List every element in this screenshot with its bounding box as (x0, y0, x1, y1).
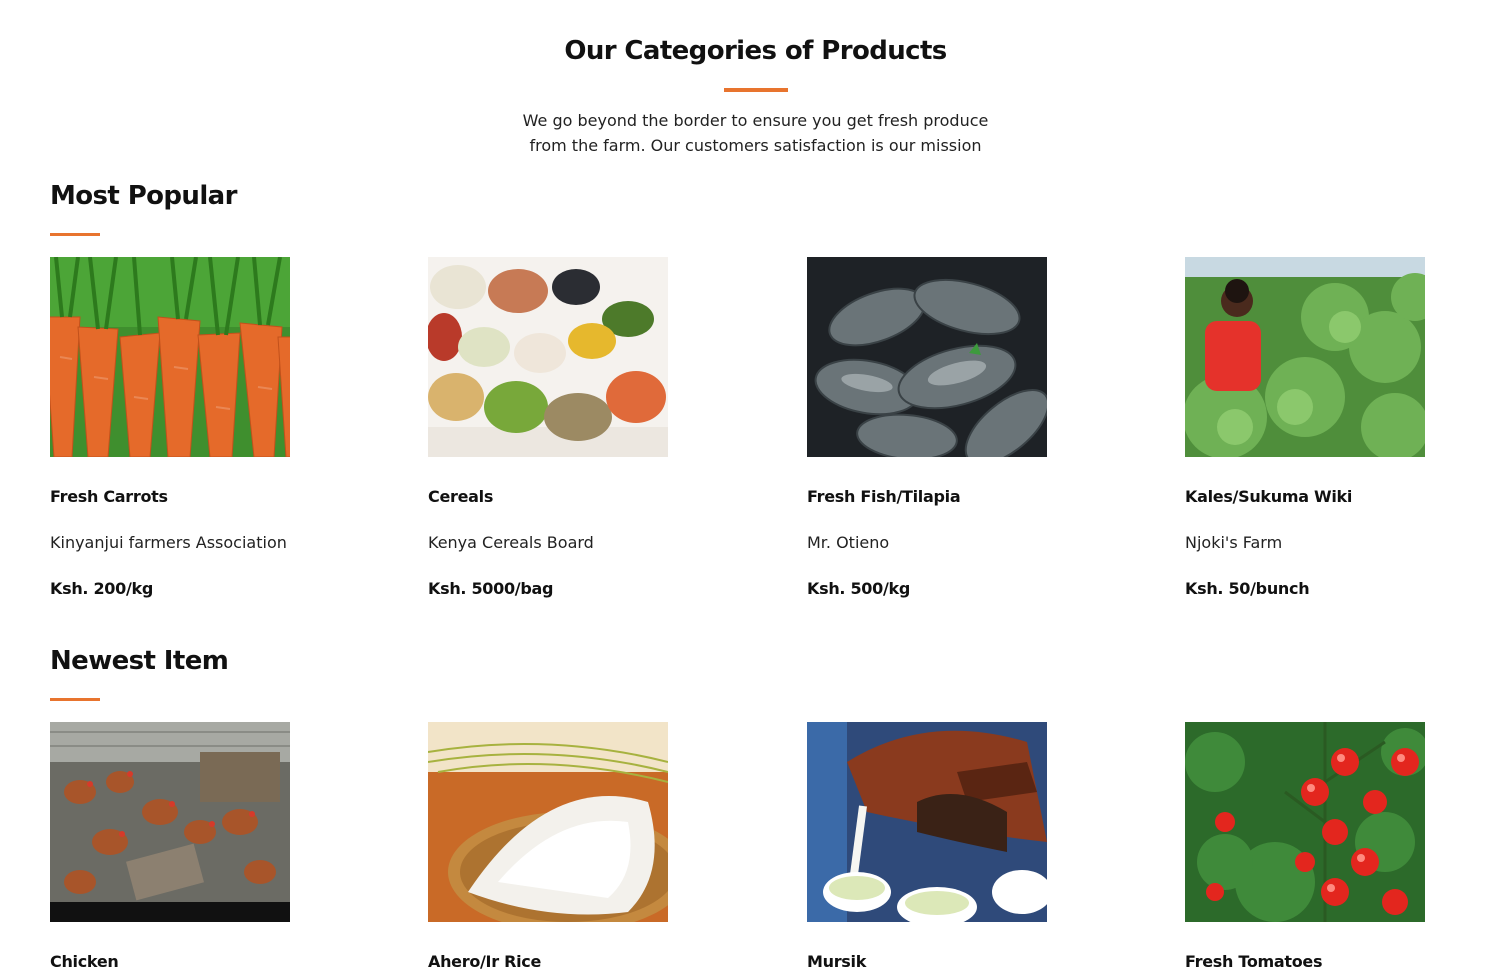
product-price: Ksh. 5000/bag (428, 579, 554, 598)
section-title-most-popular: Most Popular (50, 181, 237, 211)
product-card-mursik[interactable]: Mursik (807, 722, 1047, 971)
carrots-image (50, 257, 290, 457)
product-name[interactable]: Fresh Fish/Tilapia (807, 487, 961, 506)
product-vendor: Kenya Cereals Board (428, 533, 594, 552)
section-underline (50, 698, 100, 701)
rice-photo[interactable] (428, 722, 668, 922)
product-name[interactable]: Kales/Sukuma Wiki (1185, 487, 1352, 506)
product-card-chicken[interactable]: Chicken (50, 722, 290, 971)
carrots-photo[interactable] (50, 257, 290, 457)
product-price: Ksh. 200/kg (50, 579, 153, 598)
mursik-photo[interactable] (807, 722, 1047, 922)
title-underline (723, 88, 788, 92)
product-name[interactable]: Chicken (50, 952, 119, 971)
product-card-tilapia[interactable]: Fresh Fish/Tilapia Mr. Otieno Ksh. 500/k… (807, 257, 1047, 598)
section-title-newest-item: Newest Item (50, 646, 229, 676)
product-card-kales[interactable]: Kales/Sukuma Wiki Njoki's Farm Ksh. 50/b… (1185, 257, 1425, 598)
product-card-cereals[interactable]: Cereals Kenya Cereals Board Ksh. 5000/ba… (428, 257, 668, 598)
product-vendor: Njoki's Farm (1185, 533, 1283, 552)
product-name[interactable]: Fresh Carrots (50, 487, 168, 506)
chicken-image (50, 722, 290, 922)
product-vendor: Mr. Otieno (807, 533, 890, 552)
product-price: Ksh. 500/kg (807, 579, 910, 598)
most-popular-grid: Fresh Carrots Kinyanjui farmers Associat… (50, 257, 1450, 617)
tomatoes-image (1185, 722, 1425, 922)
product-price: Ksh. 50/bunch (1185, 579, 1310, 598)
page-subtitle: We go beyond the border to ensure you ge… (476, 108, 1036, 158)
subtitle-line-2: from the farm. Our customers satisfactio… (529, 136, 982, 155)
tilapia-photo[interactable] (807, 257, 1047, 457)
cereals-image (428, 257, 668, 457)
subtitle-line-1: We go beyond the border to ensure you ge… (522, 111, 989, 130)
newest-item-grid: Chicken Ahero/Ir Rice Mursik Fresh Tomat… (50, 722, 1450, 971)
kales-photo[interactable] (1185, 257, 1425, 457)
mursik-image (807, 722, 1047, 922)
product-name[interactable]: Mursik (807, 952, 866, 971)
tilapia-image (807, 257, 1047, 457)
rice-image (428, 722, 668, 922)
product-vendor: Kinyanjui farmers Association (50, 533, 287, 552)
product-card-tomatoes[interactable]: Fresh Tomatoes (1185, 722, 1425, 971)
tomatoes-photo[interactable] (1185, 722, 1425, 922)
page-title: Our Categories of Products (564, 36, 947, 66)
categories-header: Our Categories of Products We go beyond … (0, 34, 1511, 158)
product-card-carrots[interactable]: Fresh Carrots Kinyanjui farmers Associat… (50, 257, 290, 598)
kales-image (1185, 257, 1425, 457)
section-underline (50, 233, 100, 236)
chicken-photo[interactable] (50, 722, 290, 922)
cereals-photo[interactable] (428, 257, 668, 457)
product-name[interactable]: Fresh Tomatoes (1185, 952, 1323, 971)
product-name[interactable]: Ahero/Ir Rice (428, 952, 541, 971)
product-name[interactable]: Cereals (428, 487, 493, 506)
product-card-rice[interactable]: Ahero/Ir Rice (428, 722, 668, 971)
